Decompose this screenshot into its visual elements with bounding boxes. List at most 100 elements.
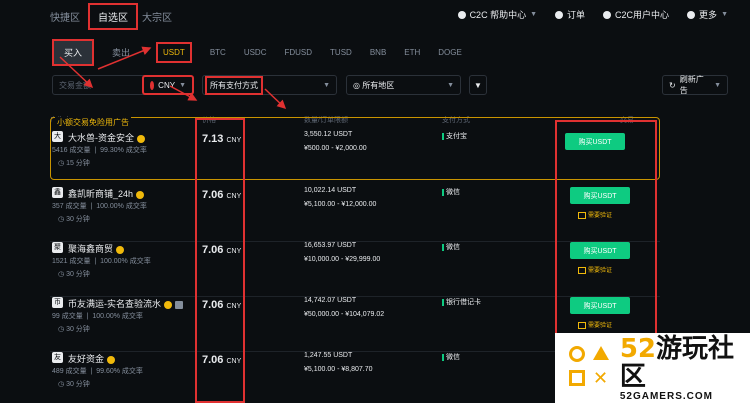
user-icon [603,10,612,19]
available-amount: 14,742.07 USDT [304,297,357,304]
region-select[interactable]: ◎ 所有地区 ▼ [346,75,461,95]
filter-button[interactable]: ▼ [469,75,487,95]
merchant-stats: 1521 成交量 | 100.00% 成交率 [52,258,151,265]
avatar: 币 [52,297,63,308]
pay-time: ◷ 30 分钟 [58,324,90,334]
coin-tab-doge[interactable]: DOGE [438,48,462,57]
order-count: 1521 成交量 [52,258,91,265]
verified-icon [164,300,172,309]
coin-tab-fdusd[interactable]: FDUSD [284,48,312,57]
payment-method: 微信 [442,187,460,197]
clock-icon: ◷ [58,326,67,333]
merchant-name-text: 友好资金 [68,354,105,364]
payment-method: 银行借记卡 [442,297,481,307]
merchant-name[interactable]: 大水兽-资金安全 [68,131,145,144]
coin-tab-usdt[interactable]: USDT [156,41,192,63]
sell-button[interactable]: 卖出 [100,41,142,64]
buy-button[interactable]: 买入 [52,38,95,66]
merchant-stats: 489 成交量 | 99.60% 成交率 [52,368,143,375]
currency-select[interactable]: CNY ▼ [142,75,194,95]
merchant-name[interactable]: 聚海鑫商贸 [68,242,125,255]
filter-icon: ▼ [474,80,482,90]
order-count: 357 成交量 [52,203,87,210]
verified-icon [136,190,145,199]
currency-value: CNY [158,80,176,90]
merchant-name[interactable]: 币友满运-实名查验流水 [68,297,183,310]
coin-tab-btc[interactable]: BTC [210,48,226,57]
shield-icon [175,300,183,309]
merchant-name[interactable]: 鑫凯昕商铺_24h [68,187,145,200]
user-center-menu[interactable]: C2C用户中心 [603,8,669,21]
help-center-menu[interactable]: C2C 帮助中心 ▼ [457,8,538,21]
merchant-name-text: 大水兽-资金安全 [68,133,134,143]
help-icon [457,10,466,19]
filter-row: 交易金额 CNY ▼ 所有支付方式 ▼ ◎ 所有地区 ▼ ▼ ↻ 刷新广告 ▼ [0,70,750,100]
order-limits: ¥50,000.00 - ¥104,079.02 [304,311,385,318]
refresh-ads-button[interactable]: ↻ 刷新广告 ▼ [662,75,728,95]
pay-time: ◷ 30 分钟 [58,214,90,224]
payment-method: 微信 [442,242,460,252]
merchant-stats: 5416 成交量 | 99.30% 成交率 [52,147,147,154]
order-count: 99 成交量 [52,313,83,320]
avatar: 鑫 [52,187,63,198]
tab-quick[interactable]: 快捷区 [50,9,80,24]
top-right-menu: C2C 帮助中心 ▼ 订单 C2C用户中心 更多 ▼ [457,8,728,21]
order-count: 489 成交量 [52,368,87,375]
order-limits: ¥500.00 - ¥2,000.00 [304,145,367,152]
more-menu[interactable]: 更多 ▼ [687,8,728,21]
pay-time-text: 30 分钟 [66,216,90,223]
payment-select[interactable]: 所有支付方式 ▼ [202,75,337,95]
chevron-down-icon: ▼ [530,11,538,18]
completion-rate: 100.00% 成交率 [96,203,147,210]
merchant-name-text: 币友满运-实名查验流水 [68,299,161,309]
tab-block[interactable]: 大宗区 [142,9,172,24]
amount-input[interactable]: 交易金额 [52,75,148,95]
pay-time-text: 30 分钟 [66,381,90,388]
price-column-highlight [195,118,245,403]
avatar: 友 [52,352,63,363]
pay-time-text: 15 分钟 [66,160,90,167]
merchant-stats: 99 成交量 | 100.00% 成交率 [52,313,143,320]
more-icon [687,10,696,19]
order-count: 5416 成交量 [52,147,91,154]
pay-time-text: 30 分钟 [66,271,90,278]
payment-method: 微信 [442,352,460,362]
coin-tab-bnb[interactable]: BNB [370,48,386,57]
merchant-name[interactable]: 友好资金 [68,352,116,365]
watermark-brand: 52游玩社区 [620,335,750,391]
globe-icon: ◎ [353,80,363,90]
order-limits: ¥10,000.00 - ¥29,999.00 [304,256,381,263]
available-amount: 10,022.14 USDT [304,187,357,194]
help-center-label: C2C 帮助中心 [469,10,527,20]
completion-rate: 99.30% 成交率 [100,147,147,154]
orders-menu[interactable]: 订单 [555,8,585,21]
payment-method: 支付宝 [442,131,467,141]
user-center-label: C2C用户中心 [615,10,670,20]
available-amount: 16,653.97 USDT [304,242,357,249]
pay-time-text: 30 分钟 [66,326,90,333]
avatar: 大 [52,131,63,142]
available-amount: 3,550.12 USDT [304,131,353,138]
watermark-domain: 52GAMERS.COM [619,390,713,402]
promo-label: 小额交易免险用广告 [55,117,131,128]
pay-time: ◷ 30 分钟 [58,269,90,279]
order-limits: ¥5,100.00 - ¥8,807.70 [304,366,373,373]
cny-flag-icon [150,80,155,90]
payment-value: 所有支付方式 [205,75,263,95]
pay-time: ◷ 30 分钟 [58,379,90,389]
clock-icon: ◷ [58,160,67,167]
verified-icon [116,245,125,254]
completion-rate: 99.60% 成交率 [96,368,143,375]
coin-tab-usdc[interactable]: USDC [244,48,267,57]
coin-tab-eth[interactable]: ETH [404,48,420,57]
merchant-name-text: 鑫凯昕商铺_24h [68,189,134,199]
clock-icon: ◷ [58,381,67,388]
coin-tab-tusd[interactable]: TUSD [330,48,352,57]
more-label: 更多 [699,10,718,20]
tab-p2p[interactable]: 自选区 [88,2,138,30]
clock-icon: ◷ [58,271,67,278]
trade-type-row: 买入 卖出 USDT BTC USDC FDUSD TUSD BNB ETH D… [0,37,750,67]
chevron-down-icon: ▼ [714,81,721,89]
refresh-label: 刷新广告 [679,75,704,95]
verified-icon [107,355,116,364]
